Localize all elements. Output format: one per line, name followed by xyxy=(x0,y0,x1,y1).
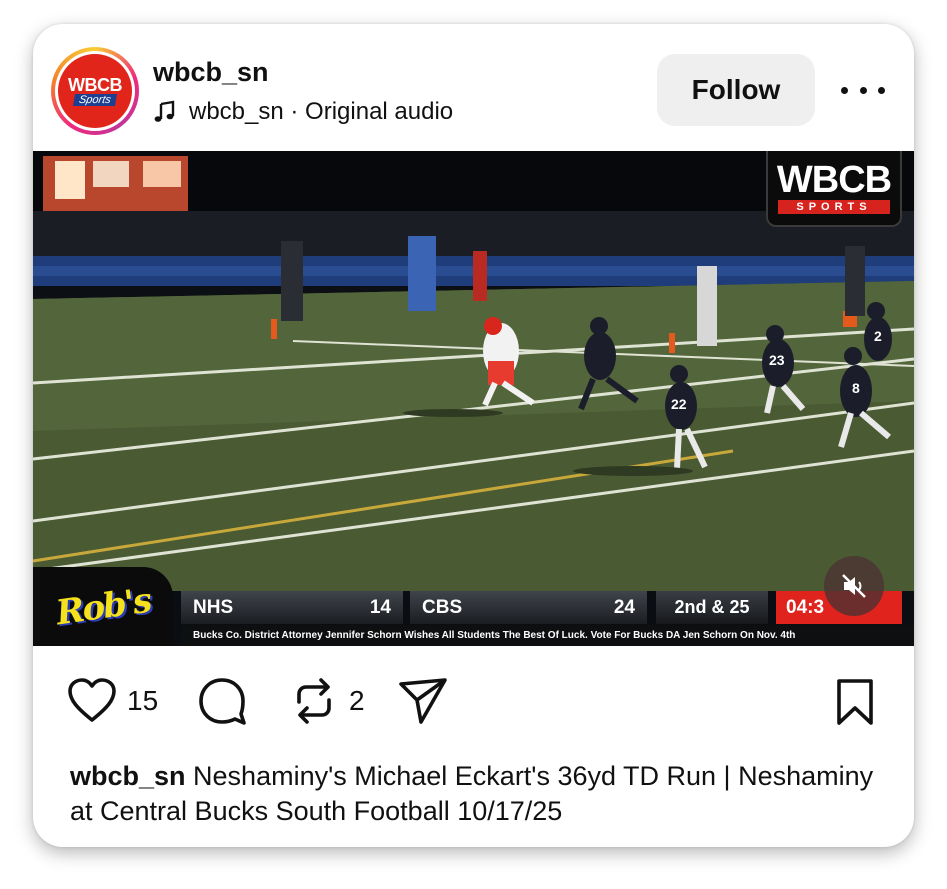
post-username[interactable]: wbcb_sn xyxy=(153,57,269,88)
avatar-logo-sub: Sports xyxy=(73,94,117,106)
audio-label: wbcb_sn · Original audio xyxy=(189,98,454,125)
caption-username[interactable]: wbcb_sn xyxy=(70,761,186,791)
avatar-logo-main: WBCB xyxy=(68,75,123,95)
away-team-name: CBS xyxy=(422,596,463,618)
comment-action[interactable] xyxy=(197,676,247,726)
post-actions: 15 2 xyxy=(33,646,914,756)
video-player[interactable]: 22 23 8 2 WBCB SPORTS Rob's NHS 14 CBS 2… xyxy=(33,151,914,646)
caption-text: Neshaminy's Michael Eckart's 36yd TD Run… xyxy=(70,761,874,826)
bookmark-icon xyxy=(837,679,873,725)
score-row: NHS 14 CBS 24 2nd & 25 04:3 xyxy=(181,591,914,624)
home-team-score: 14 xyxy=(369,596,391,618)
audio-link[interactable]: wbcb_sn · Original audio xyxy=(153,98,453,126)
jersey-number: 22 xyxy=(671,396,687,412)
comment-icon xyxy=(199,678,246,725)
away-team-box: CBS 24 xyxy=(410,591,647,624)
jersey-number: 8 xyxy=(852,380,860,396)
avatar-frame: WBCB Sports xyxy=(55,51,135,131)
like-action[interactable]: 15 xyxy=(67,678,158,724)
more-dot xyxy=(841,86,848,94)
save-action[interactable] xyxy=(835,678,875,726)
news-ticker: Bucks Co. District Attorney Jennifer Sch… xyxy=(181,625,914,646)
speaker-muted-icon xyxy=(842,574,866,598)
post-card: WBCB Sports wbcb_sn wbcb_sn · Original a… xyxy=(33,24,914,847)
avatar-logo: WBCB Sports xyxy=(58,54,132,128)
follow-button[interactable]: Follow xyxy=(657,54,815,126)
send-icon xyxy=(399,678,447,724)
broadcaster-logo-main: WBCB xyxy=(776,159,892,201)
mute-toggle-button[interactable] xyxy=(824,556,884,616)
home-team-box: NHS 14 xyxy=(181,591,403,624)
broadcaster-logo: WBCB SPORTS xyxy=(766,151,902,227)
broadcaster-logo-sub: SPORTS xyxy=(778,200,890,214)
more-dot xyxy=(859,86,867,94)
sponsor-logo: Rob's xyxy=(33,567,173,646)
heart-icon xyxy=(68,678,116,722)
music-note-icon xyxy=(154,100,175,122)
jersey-number: 23 xyxy=(769,352,785,368)
repost-action[interactable]: 2 xyxy=(289,676,365,726)
more-dot xyxy=(878,86,885,94)
sponsor-text: Rob's xyxy=(53,580,153,633)
more-options-icon[interactable] xyxy=(841,76,885,104)
like-count: 15 xyxy=(127,685,159,716)
profile-avatar[interactable]: WBCB Sports xyxy=(51,47,139,135)
home-team-name: NHS xyxy=(193,596,234,618)
down-distance: 2nd & 25 xyxy=(656,591,768,624)
repost-icon xyxy=(297,678,331,724)
share-action[interactable] xyxy=(397,676,449,726)
away-team-score: 24 xyxy=(613,596,635,618)
jersey-number: 2 xyxy=(874,328,882,344)
repost-count: 2 xyxy=(349,685,365,716)
scoreboard-overlay: Rob's NHS 14 CBS 24 2nd & 25 04:3 Bucks … xyxy=(33,567,914,646)
post-caption: wbcb_sn Neshaminy's Michael Eckart's 36y… xyxy=(70,759,890,829)
